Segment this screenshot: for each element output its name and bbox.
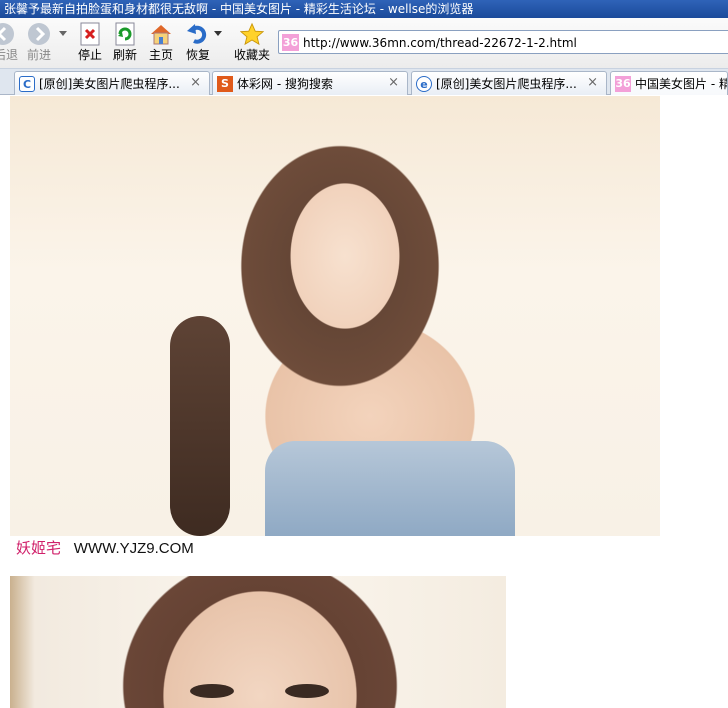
- tab-favicon-icon: S: [217, 76, 233, 92]
- tab-bar: C [原创]美女图片爬虫程序... × S 体彩网 - 搜狗搜索 × e [原创…: [0, 68, 728, 95]
- address-url[interactable]: http://www.36mn.com/thread-22672-1-2.htm…: [303, 34, 577, 52]
- watermark-caption: 妖姬宅 WWW.YJZ9.COM: [16, 538, 194, 559]
- refresh-icon: [113, 22, 137, 46]
- watermark-brand: 妖姬宅: [16, 539, 62, 557]
- restore-dropdown-button[interactable]: [213, 22, 223, 48]
- home-button[interactable]: 主页: [146, 22, 176, 62]
- address-bar[interactable]: 36 http://www.36mn.com/thread-22672-1-2.…: [278, 30, 728, 54]
- tab-favicon-icon: C: [19, 76, 35, 92]
- chevron-down-icon: [213, 22, 223, 46]
- tab-favicon-icon: e: [416, 76, 432, 92]
- watermark-site: WWW.YJZ9.COM: [73, 540, 194, 557]
- close-icon[interactable]: ×: [388, 72, 399, 94]
- back-arrow-icon: [0, 22, 15, 46]
- window-title: 张馨予最新自拍脸蛋和身材都很无敌啊 - 中国美女图片 - 精彩生活论坛 - we…: [4, 2, 474, 16]
- model-photo-2[interactable]: [10, 576, 506, 708]
- page-content: 妖姬宅 WWW.YJZ9.COM: [0, 96, 728, 708]
- home-icon: [149, 22, 173, 46]
- tab-4-active[interactable]: 36 中国美女图片 - 精: [610, 71, 728, 95]
- forward-button[interactable]: 前进: [24, 22, 54, 62]
- history-dropdown-button[interactable]: [58, 22, 68, 48]
- close-icon[interactable]: ×: [587, 72, 598, 94]
- favorites-button[interactable]: 收藏夹: [232, 22, 272, 62]
- model-photo-1[interactable]: [10, 96, 660, 536]
- close-icon[interactable]: ×: [190, 72, 201, 94]
- chevron-down-icon: [58, 22, 68, 46]
- browser-toolbar: 后退 前进 停止 刷新 主页 恢复: [0, 18, 728, 68]
- stop-icon: [78, 22, 102, 46]
- tab-1[interactable]: C [原创]美女图片爬虫程序... ×: [14, 71, 210, 95]
- tab-favicon-icon: 36: [615, 76, 631, 92]
- tab-2[interactable]: S 体彩网 - 搜狗搜索 ×: [212, 71, 408, 95]
- star-icon: [240, 22, 264, 46]
- restore-button[interactable]: 恢复: [183, 22, 213, 62]
- back-button[interactable]: 后退: [0, 22, 20, 62]
- stop-button[interactable]: 停止: [75, 22, 105, 62]
- site-favicon-icon: 36: [282, 34, 299, 51]
- forward-arrow-icon: [27, 22, 51, 46]
- undo-arrow-icon: [186, 22, 210, 46]
- tab-3[interactable]: e [原创]美女图片爬虫程序... ×: [411, 71, 607, 95]
- window-title-bar: 张馨予最新自拍脸蛋和身材都很无敌啊 - 中国美女图片 - 精彩生活论坛 - we…: [0, 0, 728, 18]
- refresh-button[interactable]: 刷新: [110, 22, 140, 62]
